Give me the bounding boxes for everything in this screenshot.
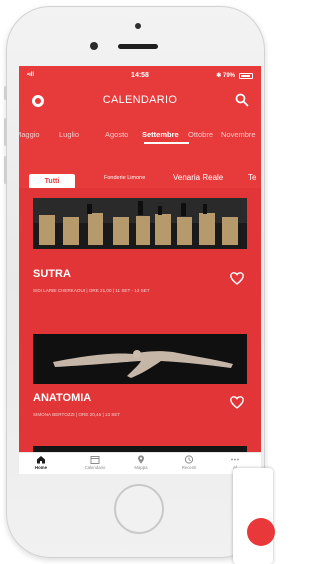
tab-label: Calendario <box>84 465 106 470</box>
event-list: SUTRA SIDI LARBI CHERKAOUI | ORE 21,00 |… <box>19 188 261 456</box>
event-details: SIDI LARBI CHERKAOUI | ORE 21,00 | 11 SE… <box>33 288 150 293</box>
more-icon <box>231 458 239 461</box>
heart-icon[interactable] <box>230 396 244 409</box>
event-title[interactable]: ANATOMIA <box>33 392 91 404</box>
side-button <box>4 86 7 100</box>
filter-chip-all[interactable]: Tutti <box>29 174 75 189</box>
tab-month[interactable]: Luglio <box>59 130 79 139</box>
status-bar: •ıll 14:58 ✱ 79% <box>19 70 261 82</box>
tab-month[interactable]: Ottobre <box>188 130 213 139</box>
home-icon <box>37 456 45 464</box>
event-details: SIMONA BERTOZZI | ORE 20,45 | 13 SET <box>33 412 121 417</box>
front-camera-icon <box>135 23 141 29</box>
app-screen: •ıll 14:58 ✱ 79% CALENDARIO Maggio Lugli… <box>19 66 261 474</box>
calendar-icon <box>90 456 100 464</box>
event-title[interactable]: SUTRA <box>33 268 71 280</box>
tab-label: Recenti <box>181 465 197 470</box>
overlay-logo <box>247 518 275 546</box>
overlay-card <box>233 468 273 564</box>
tab-label: Mappa <box>134 465 148 470</box>
filter-chip[interactable]: Venaria Reale <box>173 173 223 182</box>
tab-calendario[interactable]: Calendario <box>75 455 115 470</box>
page-title: CALENDARIO <box>102 94 178 106</box>
history-icon <box>184 455 194 464</box>
filter-chip[interactable]: Fonderie Limone <box>104 175 145 181</box>
heart-icon[interactable] <box>230 272 244 285</box>
tab-home[interactable]: Home <box>21 455 61 470</box>
app-bar: CALENDARIO <box>19 84 261 116</box>
battery-icon <box>239 73 253 79</box>
battery-text: ✱ 79% <box>216 73 235 79</box>
month-tabs: Maggio Luglio Agosto Settembre Ottobre N… <box>19 122 261 144</box>
volume-down-button <box>4 156 7 184</box>
event-image[interactable] <box>33 198 247 249</box>
tab-month-active[interactable]: Settembre <box>142 130 179 139</box>
filter-chip[interactable]: Te <box>248 173 256 182</box>
bottom-tab-bar: Home Calendario Mappa Recenti <box>19 452 261 474</box>
tab-label: Home <box>35 465 47 470</box>
tab-month[interactable]: Maggio <box>19 130 40 139</box>
search-icon[interactable] <box>235 93 249 107</box>
sensor-icon <box>90 42 98 50</box>
venue-filters: Tutti Fonderie Limone Venaria Reale Te <box>19 170 261 189</box>
top-bar: •ıll 14:58 ✱ 79% CALENDARIO Maggio Lugli… <box>19 66 261 189</box>
tab-month[interactable]: Agosto <box>105 130 128 139</box>
active-tab-indicator <box>144 142 189 144</box>
event-photo-anatomia <box>33 334 247 384</box>
map-pin-icon <box>138 455 144 464</box>
volume-up-button <box>4 118 7 146</box>
event-photo-sutra <box>33 198 247 249</box>
tab-recenti[interactable]: Recenti <box>169 455 209 470</box>
speaker-grille <box>118 44 158 49</box>
home-button[interactable] <box>114 484 164 534</box>
event-image[interactable] <box>33 334 247 384</box>
tab-mappa[interactable]: Mappa <box>121 455 161 470</box>
tab-month[interactable]: Novembre <box>221 130 256 139</box>
